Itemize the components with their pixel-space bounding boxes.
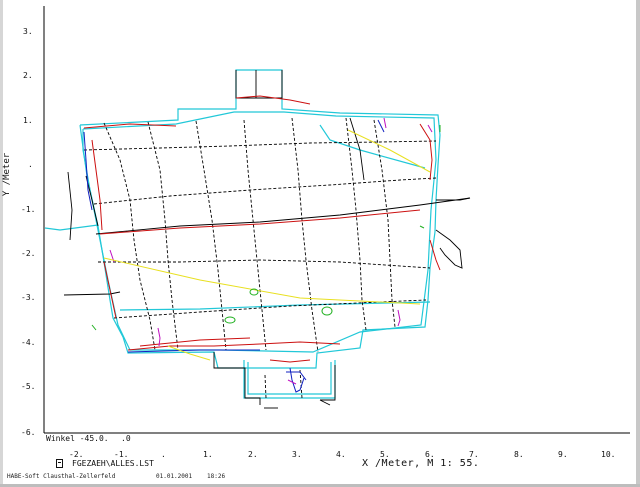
x-axis-label: X /Meter, M 1: 55. [362,458,480,469]
y-tick: . [28,160,33,169]
y-tick: 1. [23,116,33,125]
footer-date: 01.01.2001 [156,473,193,480]
x-tick: 8. [514,450,524,459]
survey-solid-lines [63,70,471,409]
x-tick: 10. [601,450,616,459]
y-tick: -3. [21,293,36,302]
x-tick: 1. [203,450,213,459]
y-tick: -2. [21,249,36,258]
y-tick: -1. [21,205,36,214]
green-marks [91,125,441,331]
y-tick: 2. [23,71,33,80]
red-traces [83,95,441,363]
y-tick: -4. [21,338,36,347]
file-icon [56,459,63,468]
x-tick: 4. [336,450,346,459]
x-tick: 2. [248,450,258,459]
footer-credit: HABE-Soft Clausthal-Zellerfeld [7,473,116,480]
x-tick: -2. [69,450,84,459]
angle-readout: Winkel -45.0. [46,434,109,443]
x-tick: . [161,450,166,459]
y-tick: 3. [23,27,33,36]
file-name: FGEZAEH\ALLES.LST [72,459,154,468]
x-tick: -1. [114,450,129,459]
blue-traces [83,119,385,393]
survey-plot [43,6,630,434]
y-axis-label: Y /Meter [2,152,13,197]
x-tick-origin: .0 [121,434,131,443]
y-tick: -5. [21,382,36,391]
y-tick: -6. [21,428,36,437]
survey-dashed-lines [83,117,437,399]
x-tick: 3. [292,450,302,459]
footer-time: 18:26 [207,473,226,480]
x-tick: 9. [558,450,568,459]
